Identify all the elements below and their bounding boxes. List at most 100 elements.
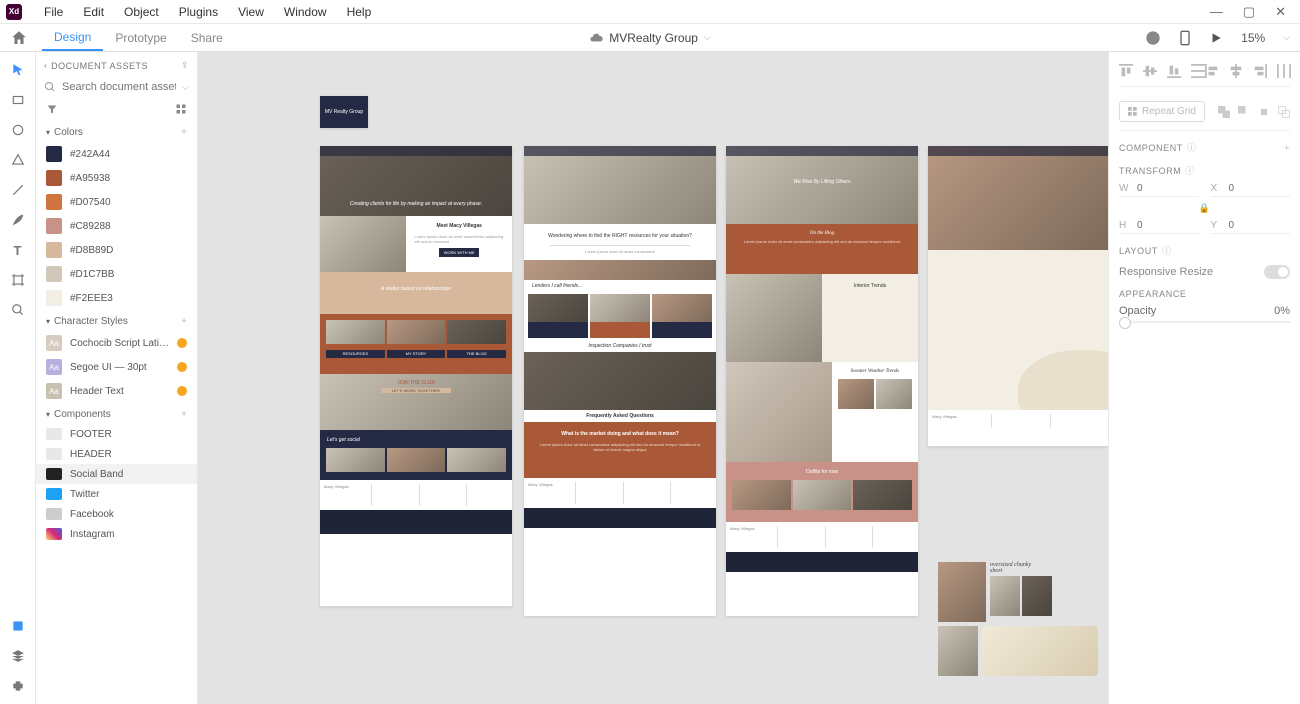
- align-right-icon[interactable]: [1253, 64, 1267, 78]
- ellipse-tool[interactable]: [10, 122, 26, 138]
- plugins-icon[interactable]: [10, 678, 26, 694]
- text-tool[interactable]: T: [10, 242, 26, 258]
- align-left-icon[interactable]: [1205, 64, 1219, 78]
- artboard-logo[interactable]: MV Realty Group: [320, 96, 368, 128]
- component-item[interactable]: Twitter: [36, 484, 197, 504]
- layers-icon[interactable]: [10, 648, 26, 664]
- colors-section[interactable]: Colors: [54, 127, 83, 138]
- line-tool[interactable]: [10, 182, 26, 198]
- export-icon[interactable]: ⇪: [181, 60, 189, 71]
- tab-share[interactable]: Share: [179, 24, 235, 51]
- search-icon: [44, 81, 56, 93]
- component-item[interactable]: Instagram: [36, 524, 197, 544]
- width-input[interactable]: 0: [1137, 183, 1143, 194]
- menu-object[interactable]: Object: [114, 5, 169, 19]
- rectangle-tool[interactable]: [10, 92, 26, 108]
- align-bottom-icon[interactable]: [1167, 64, 1181, 78]
- component-item[interactable]: Facebook: [36, 504, 197, 524]
- x-input[interactable]: 0: [1229, 183, 1235, 194]
- artboard-resources[interactable]: Wondering where to find the RIGHT resour…: [524, 146, 716, 616]
- opacity-slider[interactable]: [1119, 321, 1290, 323]
- add-color[interactable]: +: [181, 127, 187, 138]
- lock-aspect-icon[interactable]: 🔒: [1119, 203, 1290, 214]
- menu-view[interactable]: View: [228, 5, 274, 19]
- window-close[interactable]: ✕: [1275, 4, 1286, 20]
- color-swatch[interactable]: #F2EEE3: [36, 286, 197, 310]
- opacity-value: 0%: [1274, 305, 1290, 317]
- charstyles-section[interactable]: Character Styles: [54, 316, 128, 327]
- layout-section: LAYOUT: [1119, 246, 1158, 256]
- menu-file[interactable]: File: [34, 5, 73, 19]
- color-swatch[interactable]: #D1C7BB: [36, 262, 197, 286]
- canvas[interactable]: MV Realty Group Creating clients for lif…: [198, 52, 1108, 704]
- components-section[interactable]: Components: [54, 409, 111, 420]
- charstyle-item[interactable]: AaCochocib Script Latin Pro — 125pt: [36, 331, 197, 355]
- align-vcenter-icon[interactable]: [1143, 64, 1157, 78]
- add-component-btn[interactable]: +: [1284, 143, 1290, 153]
- responsive-resize-label: Responsive Resize: [1119, 266, 1213, 278]
- window-maximize[interactable]: ▢: [1243, 4, 1255, 20]
- caret-icon[interactable]: ‹: [44, 61, 47, 70]
- artboard-tool[interactable]: [10, 272, 26, 288]
- add-charstyle[interactable]: +: [181, 316, 187, 327]
- document-title[interactable]: MVRealty Group ⌵: [589, 31, 711, 45]
- add-component[interactable]: +: [181, 409, 187, 420]
- boolean-add-icon[interactable]: [1218, 106, 1230, 118]
- artboard-blog[interactable]: We Rise By Lifting Others On the Blog Lo…: [726, 146, 918, 616]
- chevron-down-icon[interactable]: ⌵: [182, 82, 189, 93]
- warning-icon: [177, 362, 187, 372]
- charstyle-item[interactable]: AaSegoe UI — 30pt: [36, 355, 197, 379]
- align-hcenter-icon[interactable]: [1229, 64, 1243, 78]
- tab-design[interactable]: Design: [42, 24, 103, 51]
- component-item[interactable]: Social Band: [36, 464, 197, 484]
- artboard-about[interactable]: Macy Villegas: [928, 146, 1108, 446]
- responsive-toggle[interactable]: [1264, 265, 1290, 279]
- menu-help[interactable]: Help: [337, 5, 382, 19]
- color-swatch[interactable]: #D8B89D: [36, 238, 197, 262]
- align-top-icon[interactable]: [1119, 64, 1133, 78]
- app-icon: Xd: [6, 4, 22, 20]
- select-tool[interactable]: [10, 62, 26, 78]
- menu-plugins[interactable]: Plugins: [169, 5, 228, 19]
- zoom-tool[interactable]: [10, 302, 26, 318]
- filter-icon[interactable]: [46, 103, 58, 115]
- opacity-label: Opacity: [1119, 305, 1156, 317]
- component-item[interactable]: HEADER: [36, 444, 197, 464]
- zoom-level[interactable]: 15%: [1241, 31, 1265, 45]
- menu-edit[interactable]: Edit: [73, 5, 114, 19]
- component-item[interactable]: FOOTER: [36, 424, 197, 444]
- color-swatch[interactable]: #242A44: [36, 142, 197, 166]
- profile-icon[interactable]: [1145, 30, 1161, 46]
- zoom-dropdown[interactable]: ⌵: [1283, 32, 1290, 43]
- repeat-grid-button[interactable]: Repeat Grid: [1119, 101, 1205, 122]
- artboard-moodboard[interactable]: oversized chunkyshort: [938, 562, 1098, 702]
- pen-tool[interactable]: [10, 212, 26, 228]
- height-input[interactable]: 0: [1137, 220, 1143, 231]
- warning-icon: [177, 338, 187, 348]
- component-section: COMPONENT: [1119, 143, 1183, 153]
- search-input[interactable]: [62, 81, 176, 93]
- libraries-icon[interactable]: [10, 618, 26, 634]
- cloud-icon: [589, 31, 603, 45]
- menu-window[interactable]: Window: [274, 5, 337, 19]
- polygon-tool[interactable]: [10, 152, 26, 168]
- boolean-intersect-icon[interactable]: [1258, 106, 1270, 118]
- home-icon[interactable]: [10, 29, 28, 47]
- distribute-h-icon[interactable]: [1277, 64, 1291, 78]
- color-swatch[interactable]: #A95938: [36, 166, 197, 190]
- artboard-home[interactable]: Creating clients for life by making an i…: [320, 146, 512, 606]
- boolean-subtract-icon[interactable]: [1238, 106, 1250, 118]
- color-swatch[interactable]: #C89288: [36, 214, 197, 238]
- mode-bar: Design Prototype Share MVRealty Group ⌵ …: [0, 24, 1300, 52]
- boolean-exclude-icon[interactable]: [1278, 106, 1290, 118]
- y-input[interactable]: 0: [1229, 220, 1235, 231]
- window-minimize[interactable]: —: [1210, 4, 1223, 20]
- panel-title: DOCUMENT ASSETS: [51, 61, 148, 71]
- play-icon[interactable]: [1209, 31, 1223, 45]
- mobile-preview-icon[interactable]: [1179, 30, 1191, 46]
- distribute-v-icon[interactable]: [1191, 64, 1205, 78]
- color-swatch[interactable]: #D07540: [36, 190, 197, 214]
- grid-view-icon[interactable]: [175, 103, 187, 115]
- tab-prototype[interactable]: Prototype: [103, 24, 178, 51]
- charstyle-item[interactable]: AaHeader Text: [36, 379, 197, 403]
